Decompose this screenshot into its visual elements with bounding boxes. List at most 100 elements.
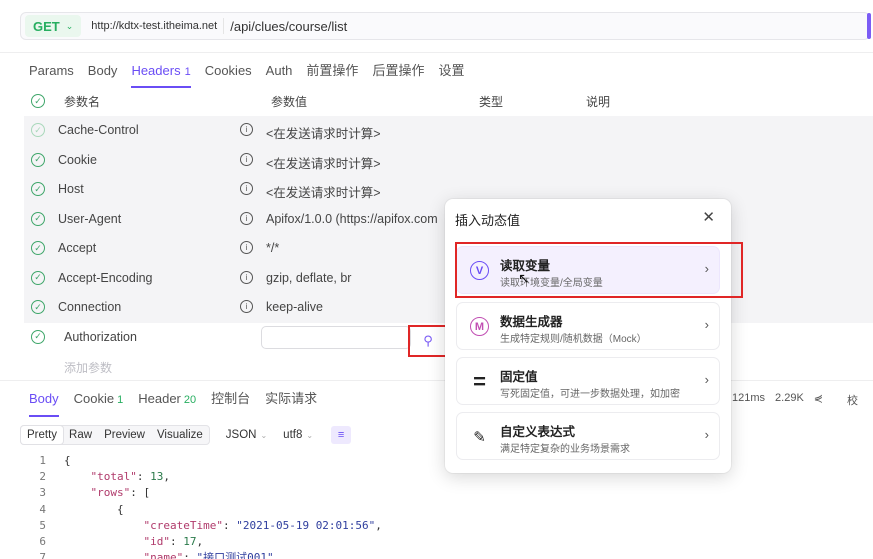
option-fixed-value[interactable]: = 固定值 写死固定值，可进一步数据处理，如加密 ›	[456, 357, 720, 405]
mock-icon: M	[470, 317, 489, 336]
tab-label: 控制台	[211, 391, 251, 406]
tab-count: 20	[183, 394, 197, 406]
option-title: 自定义表达式	[500, 425, 576, 439]
tab-label: Cookie	[73, 391, 115, 406]
row-value: Apifox/1.0.0 (https://apifox.com	[266, 211, 438, 226]
column-type: 类型	[479, 95, 504, 109]
code-key: "id"	[143, 535, 170, 549]
row-checkbox[interactable]: ✓	[31, 182, 45, 196]
path-input[interactable]: /api/clues/course/list	[230, 19, 347, 34]
info-icon[interactable]: i	[240, 300, 253, 313]
column-value: 参数值	[271, 95, 308, 109]
row-key: Cache-Control	[58, 123, 139, 137]
code-punct: ,	[273, 551, 281, 559]
code-line: 1{	[20, 453, 382, 469]
code-line: 4 {	[20, 502, 382, 518]
option-title: 固定值	[500, 370, 538, 384]
info-icon[interactable]: i	[240, 270, 253, 284]
code-key: "createTime"	[143, 518, 223, 532]
share-icon[interactable]: ⋞	[814, 392, 823, 408]
tab-auth[interactable]: Auth	[266, 62, 293, 88]
tab-response-cookie[interactable]: Cookie 1	[74, 391, 124, 417]
tab-count: 1	[117, 394, 124, 406]
divider	[0, 52, 873, 53]
tab-label: 实际请求	[265, 391, 318, 406]
row-checkbox[interactable]: ✓	[31, 300, 45, 314]
row-checkbox[interactable]: ✓	[31, 329, 45, 344]
wrap-lines-icon[interactable]: ≡	[331, 426, 352, 444]
verify-button[interactable]: 校	[847, 392, 858, 408]
line-number: 7	[39, 551, 46, 559]
line-number: 6	[39, 535, 46, 549]
code-key: "total"	[90, 470, 137, 484]
code-punct: ,	[163, 470, 170, 484]
encoding-value: utf8	[283, 429, 303, 441]
tab-label: Body	[29, 391, 59, 406]
select-all-checkbox[interactable]: ✓	[31, 94, 45, 108]
tab-response-header[interactable]: Header 20	[138, 391, 196, 417]
add-param-placeholder[interactable]: 添加参数	[64, 359, 112, 376]
tab-label: Params	[29, 63, 74, 78]
close-icon[interactable]: ✕	[702, 208, 715, 226]
code-string: "接口测试001"	[196, 551, 274, 559]
authorization-value-input[interactable]	[261, 325, 411, 349]
table-row: ✓ Cache-Control i <在发送请求时计算>	[24, 116, 873, 146]
code-line: 3 "rows": [	[20, 485, 382, 501]
line-number: 3	[39, 486, 46, 500]
row-key: User-Agent	[58, 211, 122, 226]
code-line: 6 "id": 17,	[20, 534, 382, 550]
tab-headers[interactable]: Headers 1	[131, 62, 191, 88]
row-key: Accept-Encoding	[58, 270, 153, 285]
row-key[interactable]: Authorization	[64, 330, 137, 344]
row-value: */*	[266, 241, 280, 255]
info-icon[interactable]: i	[240, 241, 253, 254]
code-text: {	[64, 454, 71, 467]
row-checkbox[interactable]: ✓	[31, 211, 45, 226]
row-checkbox[interactable]: ✓	[31, 270, 45, 285]
popup-title: 插入动态值	[455, 213, 521, 228]
info-icon[interactable]: i	[240, 152, 253, 166]
view-raw[interactable]: Raw	[63, 426, 98, 444]
request-tabs: Params Body Headers 1 Cookies Auth 前置操作 后…	[29, 62, 478, 88]
base-url[interactable]: http://kdtx-test.itheima.net	[91, 18, 225, 34]
option-subtitle: 生成特定规则/随机数据（Mock）	[500, 334, 647, 345]
code-number: 13	[150, 470, 164, 484]
tab-cookies[interactable]: Cookies	[205, 62, 252, 88]
encoding-select[interactable]: utf8 ⌄	[283, 429, 313, 441]
row-checkbox[interactable]: ✓	[31, 152, 45, 167]
insert-dynamic-value-popup: 插入动态值 ✕ V 读取变量 读取环境变量/全局变量 › M 数据生成器 生成特…	[445, 199, 731, 473]
mouse-cursor-icon: ↖	[518, 270, 530, 286]
format-select[interactable]: JSON ⌄	[226, 429, 267, 441]
magic-wand-icon: ⚲	[423, 332, 433, 348]
info-icon[interactable]: i	[240, 211, 253, 225]
method-select[interactable]: GET ⌄	[25, 15, 82, 37]
line-number: 4	[39, 502, 46, 516]
tab-settings[interactable]: 设置	[438, 62, 464, 88]
line-number: 1	[39, 454, 46, 467]
info-icon[interactable]: i	[240, 123, 253, 136]
info-icon[interactable]: i	[240, 182, 253, 195]
code-line: 7 "name": "接口测试001",	[20, 550, 382, 559]
option-custom-expression[interactable]: ✎ 自定义表达式 满足特定复杂的业务场景需求 ›	[456, 412, 720, 460]
view-preview[interactable]: Preview	[98, 426, 151, 444]
tab-actual-request[interactable]: 实际请求	[265, 391, 317, 417]
column-name: 参数名	[64, 95, 101, 109]
tab-pre-actions[interactable]: 前置操作	[306, 62, 358, 88]
option-data-generator[interactable]: M 数据生成器 生成特定规则/随机数据（Mock） ›	[456, 302, 720, 350]
view-pretty[interactable]: Pretty	[21, 426, 64, 444]
tab-post-actions[interactable]: 后置操作	[372, 62, 424, 88]
edit-document-icon: ✎	[473, 428, 486, 446]
row-checkbox[interactable]: ✓	[31, 123, 45, 137]
tab-console[interactable]: 控制台	[211, 391, 250, 417]
tab-body[interactable]: Body	[88, 62, 118, 88]
view-visualize[interactable]: Visualize	[151, 426, 209, 444]
format-bar: Pretty Raw Preview Visualize JSON ⌄ utf8 ⌄…	[20, 425, 352, 445]
chevron-right-icon: ›	[704, 427, 709, 442]
tab-response-body[interactable]: Body	[29, 391, 59, 417]
send-button-edge[interactable]	[867, 13, 871, 39]
tab-params[interactable]: Params	[29, 62, 74, 88]
row-checkbox[interactable]: ✓	[31, 241, 45, 255]
method-label: GET	[33, 18, 60, 34]
tab-label: 后置操作	[372, 63, 425, 78]
row-value: gzip, deflate, br	[266, 270, 352, 285]
